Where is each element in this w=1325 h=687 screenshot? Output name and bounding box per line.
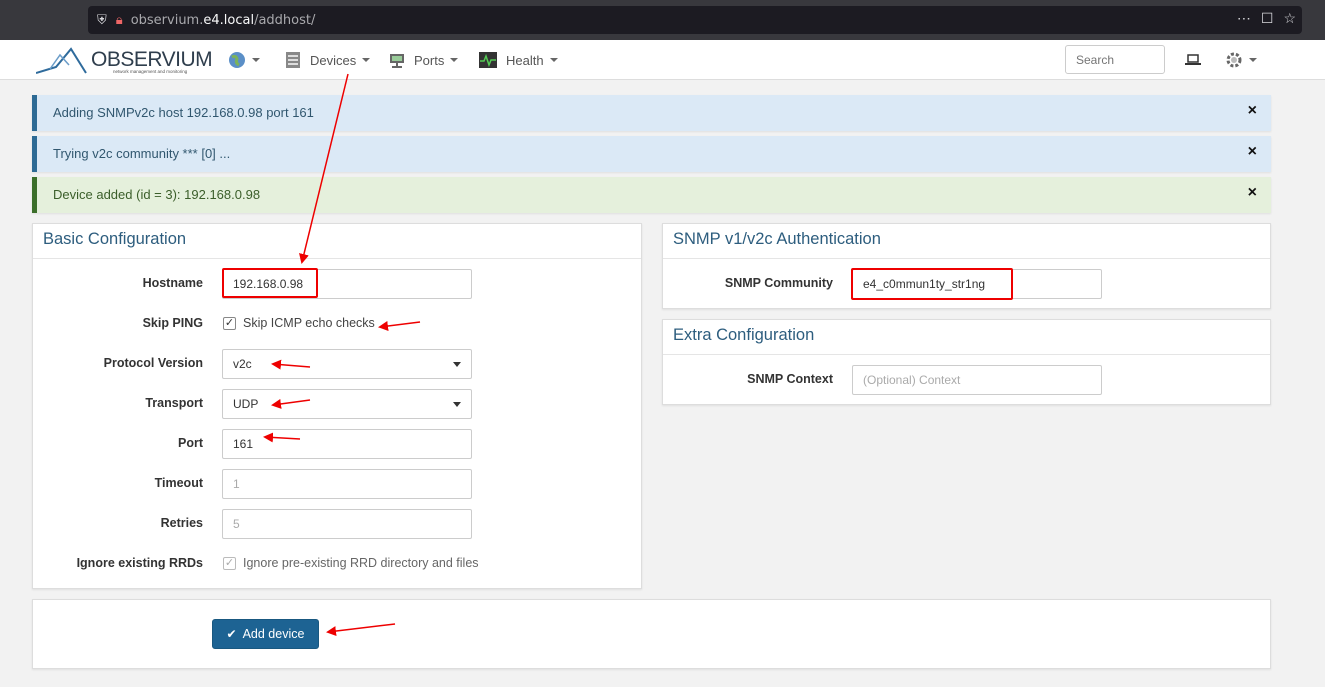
- nav-ports-label: Ports: [414, 52, 445, 68]
- bookmark-star-icon[interactable]: ☆: [1283, 10, 1296, 27]
- laptop-icon: [1185, 54, 1201, 65]
- logo-subtitle: network management and monitoring: [113, 69, 188, 74]
- ignore-rrd-checkbox[interactable]: ✓: [223, 557, 236, 570]
- close-icon[interactable]: ×: [1248, 143, 1257, 161]
- ignore-rrd-row: Ignore existing RRDs ✓ Ignore pre-existi…: [33, 549, 641, 579]
- snmp-context-label: SNMP Context: [747, 372, 833, 386]
- skip-ping-label: Skip PING: [142, 316, 203, 330]
- timeout-input[interactable]: 1: [222, 469, 472, 499]
- panel-title: SNMP v1/v2c Authentication: [663, 224, 1270, 259]
- globe-icon: [229, 52, 245, 68]
- checkmark-icon: ✔: [226, 627, 237, 641]
- url-text[interactable]: observium.e4.local/addhost/: [131, 13, 316, 28]
- close-icon[interactable]: ×: [1248, 184, 1257, 202]
- nav-devices[interactable]: Devices: [285, 40, 371, 80]
- alert-device-added: Device added (id = 3): 192.168.0.98 ×: [32, 177, 1271, 213]
- community-highlight: [851, 268, 1013, 300]
- add-device-label: Add device: [242, 627, 305, 641]
- server-icon: [286, 52, 300, 68]
- panel-title: Extra Configuration: [663, 320, 1270, 355]
- chevron-down-icon: [453, 402, 461, 407]
- skip-ping-row: Skip PING ✓ Skip ICMP echo checks: [33, 309, 641, 339]
- port-label: Port: [178, 436, 203, 450]
- chevron-down-icon: [1249, 58, 1257, 62]
- snmp-community-label: SNMP Community: [724, 276, 833, 290]
- snmp-context-input[interactable]: (Optional) Context: [852, 365, 1102, 395]
- gear-icon: [1226, 52, 1242, 68]
- protocol-version-row: Protocol Version v2c: [33, 349, 641, 379]
- close-icon[interactable]: ×: [1248, 102, 1257, 120]
- laptop-menu[interactable]: [1185, 40, 1201, 80]
- globe-menu[interactable]: [228, 40, 260, 80]
- alert-text: Adding SNMPv2c host 192.168.0.98 port 16…: [53, 105, 314, 120]
- alert-text: Trying v2c community *** [0] ...: [53, 146, 231, 161]
- shield-icon[interactable]: ⛨: [97, 12, 107, 28]
- snmp-context-row: SNMP Context (Optional) Context: [663, 365, 1270, 395]
- nav-health[interactable]: Health: [479, 40, 558, 80]
- retries-row: Retries 5: [33, 509, 641, 539]
- retries-label: Retries: [160, 516, 203, 530]
- basic-configuration-panel: Basic Configuration Hostname 192.168.0.9…: [32, 223, 642, 589]
- protocol-version-select[interactable]: v2c: [222, 349, 472, 379]
- ignore-rrd-label: Ignore existing RRDs: [76, 556, 203, 570]
- settings-menu[interactable]: [1225, 40, 1257, 80]
- transport-row: Transport UDP: [33, 389, 641, 419]
- skip-ping-checkbox-label[interactable]: Skip ICMP echo checks: [243, 316, 375, 330]
- port-input[interactable]: 161: [222, 429, 472, 459]
- transport-select[interactable]: UDP: [222, 389, 472, 419]
- alert-text: Device added (id = 3): 192.168.0.98: [53, 187, 261, 202]
- app-navbar: OBSERVIUM network management and monitor…: [0, 40, 1325, 80]
- protocol-version-label: Protocol Version: [103, 356, 203, 370]
- port-row: Port 161: [33, 429, 641, 459]
- heartbeat-monitor-icon: [479, 52, 497, 68]
- extra-configuration-panel: Extra Configuration SNMP Context (Option…: [662, 319, 1271, 405]
- skip-ping-checkbox[interactable]: ✓: [223, 317, 236, 330]
- search-input[interactable]: [1065, 45, 1165, 74]
- observium-logo[interactable]: OBSERVIUM network management and monitor…: [36, 45, 213, 75]
- page-actions-icon[interactable]: ⋯: [1237, 10, 1251, 27]
- logo-mountain-icon: [36, 47, 87, 74]
- protocol-version-value: v2c: [233, 357, 252, 371]
- chevron-down-icon: [362, 58, 371, 62]
- chevron-down-icon: [450, 58, 459, 62]
- transport-value: UDP: [233, 397, 259, 411]
- network-port-icon: [390, 54, 404, 68]
- timeout-row: Timeout 1: [33, 469, 641, 499]
- hostname-label: Hostname: [142, 276, 203, 290]
- chevron-down-icon: [252, 58, 260, 62]
- alert-adding-host: Adding SNMPv2c host 192.168.0.98 port 16…: [32, 95, 1271, 131]
- retries-input[interactable]: 5: [222, 509, 472, 539]
- chevron-down-icon: [453, 362, 461, 367]
- nav-health-label: Health: [506, 52, 544, 68]
- browser-toolbar: ⛨ 🔒︎ observium.e4.local/addhost/ ⋯ ☐ ☆: [0, 0, 1325, 40]
- alert-trying-community: Trying v2c community *** [0] ... ×: [32, 136, 1271, 172]
- hostname-row: Hostname 192.168.0.98: [33, 269, 641, 299]
- chevron-down-icon: [549, 58, 558, 62]
- timeout-label: Timeout: [154, 476, 203, 490]
- nav-ports[interactable]: Ports: [389, 40, 459, 80]
- panel-title: Basic Configuration: [33, 224, 641, 259]
- nav-devices-label: Devices: [310, 52, 357, 68]
- ignore-rrd-checkbox-label[interactable]: Ignore pre-existing RRD directory and fi…: [243, 556, 479, 570]
- insecure-lock-icon[interactable]: 🔒︎: [116, 12, 123, 28]
- pocket-icon[interactable]: ☐: [1261, 10, 1274, 27]
- address-bar[interactable]: ⛨ 🔒︎ observium.e4.local/addhost/ ⋯ ☐ ☆: [88, 6, 1302, 34]
- transport-label: Transport: [145, 396, 203, 410]
- hostname-highlight: [222, 268, 318, 298]
- add-device-button[interactable]: ✔ Add device: [212, 619, 319, 649]
